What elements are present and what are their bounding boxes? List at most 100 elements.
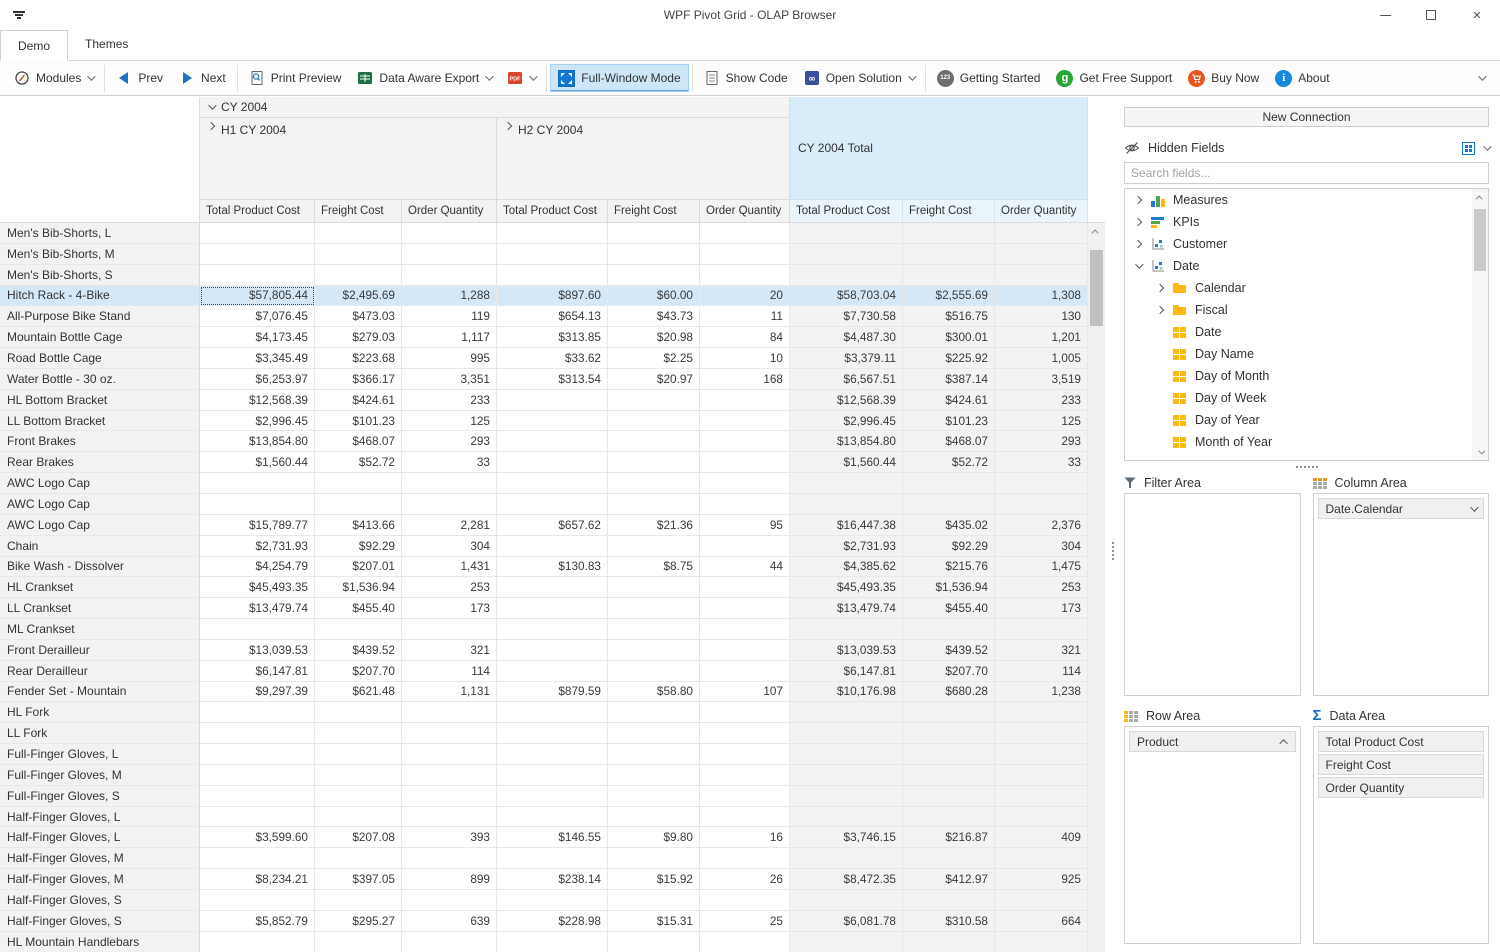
pivot-cell[interactable]: $58.80 xyxy=(608,682,700,703)
pivot-cell[interactable]: $12,568.39 xyxy=(200,390,315,411)
pivot-cell[interactable]: 1,131 xyxy=(402,682,497,703)
pivot-cell[interactable] xyxy=(402,890,497,911)
tree-item-fiscal[interactable]: Fiscal xyxy=(1125,299,1488,321)
pivot-cell[interactable]: 293 xyxy=(995,431,1088,452)
pivot-cell[interactable]: $4,385.62 xyxy=(790,557,903,578)
row-header[interactable]: HL Mountain Handlebars xyxy=(0,932,200,952)
search-input[interactable] xyxy=(1125,166,1488,180)
pivot-cell[interactable]: 1,288 xyxy=(402,286,497,307)
pivot-cell[interactable] xyxy=(608,452,700,473)
pivot-cell[interactable]: $7,076.45 xyxy=(200,306,315,327)
pivot-cell[interactable]: $33.62 xyxy=(497,348,608,369)
open-solution-button[interactable]: ∞ Open Solution xyxy=(796,64,922,92)
pivot-cell[interactable]: $879.59 xyxy=(497,682,608,703)
pivot-cell[interactable] xyxy=(497,223,608,244)
pivot-cell[interactable]: 253 xyxy=(995,577,1088,598)
pivot-cell[interactable]: $13,854.80 xyxy=(200,431,315,452)
row-header[interactable]: AWC Logo Cap xyxy=(0,515,200,536)
pivot-cell[interactable] xyxy=(608,577,700,598)
pivot-cell[interactable] xyxy=(315,619,402,640)
new-connection-button[interactable]: New Connection xyxy=(1124,107,1489,127)
pivot-cell[interactable]: $1,536.94 xyxy=(903,577,995,598)
pivot-cell[interactable] xyxy=(497,890,608,911)
row-header[interactable]: Full-Finger Gloves, S xyxy=(0,786,200,807)
pivot-cell[interactable]: $1,560.44 xyxy=(790,452,903,473)
column-band-total[interactable]: CY 2004 Total xyxy=(790,97,1088,200)
pivot-cell[interactable] xyxy=(200,702,315,723)
data-area-box[interactable]: Total Product CostFreight CostOrder Quan… xyxy=(1313,726,1490,944)
pivot-cell[interactable] xyxy=(790,702,903,723)
vertical-splitter[interactable] xyxy=(1105,97,1120,952)
pivot-cell[interactable]: $15.31 xyxy=(608,911,700,932)
pivot-cell[interactable] xyxy=(903,473,995,494)
tree-scrollbar[interactable] xyxy=(1472,189,1488,460)
scroll-up-button[interactable] xyxy=(1088,223,1105,240)
pivot-cell[interactable]: $8,472.35 xyxy=(790,869,903,890)
pivot-cell[interactable] xyxy=(790,223,903,244)
pivot-cell[interactable]: $7,730.58 xyxy=(790,306,903,327)
row-header[interactable]: Road Bottle Cage xyxy=(0,348,200,369)
filter-area-box[interactable] xyxy=(1124,493,1301,696)
pivot-cell[interactable]: $57,805.44 xyxy=(200,286,315,307)
pivot-cell[interactable] xyxy=(790,848,903,869)
pivot-cell[interactable] xyxy=(903,702,995,723)
pivot-cell[interactable]: $207.70 xyxy=(903,661,995,682)
pivot-cell[interactable]: $215.76 xyxy=(903,557,995,578)
pdf-export-button[interactable]: PDF xyxy=(499,64,543,92)
pivot-cell[interactable] xyxy=(903,848,995,869)
pivot-cell[interactable] xyxy=(903,744,995,765)
horizontal-splitter[interactable] xyxy=(1124,461,1489,473)
pivot-cell[interactable] xyxy=(315,807,402,828)
getting-started-button[interactable]: 123 Getting Started xyxy=(929,64,1049,92)
pivot-cell[interactable]: $146.55 xyxy=(497,827,608,848)
tree-item-date[interactable]: Date xyxy=(1125,321,1488,343)
pivot-cell[interactable]: $15.92 xyxy=(608,869,700,890)
pivot-cell[interactable]: 119 xyxy=(402,306,497,327)
pivot-cell[interactable] xyxy=(995,244,1088,265)
tree-item-day-name[interactable]: Day Name xyxy=(1125,343,1488,365)
row-header[interactable]: Men's Bib-Shorts, L xyxy=(0,223,200,244)
tree-item-measures[interactable]: Measures xyxy=(1125,189,1488,211)
row-header[interactable]: All-Purpose Bike Stand xyxy=(0,306,200,327)
pivot-cell[interactable]: 125 xyxy=(995,411,1088,432)
pivot-cell[interactable] xyxy=(700,411,790,432)
row-area-box[interactable]: Product xyxy=(1124,726,1301,944)
pivot-cell[interactable] xyxy=(903,619,995,640)
pivot-cell[interactable] xyxy=(402,244,497,265)
pivot-cell[interactable] xyxy=(700,619,790,640)
tree-item-calendar[interactable]: Calendar xyxy=(1125,277,1488,299)
pivot-cell[interactable]: 304 xyxy=(995,536,1088,557)
row-header[interactable]: Bike Wash - Dissolver xyxy=(0,557,200,578)
pivot-cell[interactable] xyxy=(903,494,995,515)
pivot-cell[interactable]: $473.03 xyxy=(315,306,402,327)
row-header[interactable]: Half-Finger Gloves, L xyxy=(0,807,200,828)
pivot-cell[interactable] xyxy=(315,244,402,265)
measure-header[interactable]: Freight Cost xyxy=(903,200,995,223)
measure-header[interactable]: Total Product Cost xyxy=(497,200,608,223)
pivot-cell[interactable]: $58,703.04 xyxy=(790,286,903,307)
measure-header[interactable]: Freight Cost xyxy=(315,200,402,223)
pivot-cell[interactable]: $279.03 xyxy=(315,327,402,348)
pivot-cell[interactable] xyxy=(200,265,315,286)
pivot-cell[interactable]: 16 xyxy=(700,827,790,848)
pivot-cell[interactable]: $1,536.94 xyxy=(315,577,402,598)
pivot-cell[interactable] xyxy=(200,473,315,494)
pivot-cell[interactable]: $130.83 xyxy=(497,557,608,578)
pivot-cell[interactable]: $6,567.51 xyxy=(790,369,903,390)
row-header[interactable]: Half-Finger Gloves, S xyxy=(0,890,200,911)
scroll-up-button[interactable] xyxy=(1472,189,1488,205)
tree-item-day-of-week[interactable]: Day of Week xyxy=(1125,387,1488,409)
pivot-cell[interactable] xyxy=(497,786,608,807)
pivot-cell[interactable]: $313.54 xyxy=(497,369,608,390)
pivot-cell[interactable]: $424.61 xyxy=(903,390,995,411)
pivot-cell[interactable]: 33 xyxy=(995,452,1088,473)
full-window-mode-button[interactable]: Full-Window Mode xyxy=(550,64,688,92)
pivot-cell[interactable] xyxy=(402,494,497,515)
pivot-cell[interactable]: 173 xyxy=(995,598,1088,619)
pivot-cell[interactable]: $101.23 xyxy=(903,411,995,432)
pivot-cell[interactable] xyxy=(700,223,790,244)
pivot-cell[interactable] xyxy=(608,640,700,661)
pivot-cell[interactable]: $13,479.74 xyxy=(790,598,903,619)
pivot-cell[interactable]: $439.52 xyxy=(315,640,402,661)
pivot-cell[interactable]: $9.80 xyxy=(608,827,700,848)
